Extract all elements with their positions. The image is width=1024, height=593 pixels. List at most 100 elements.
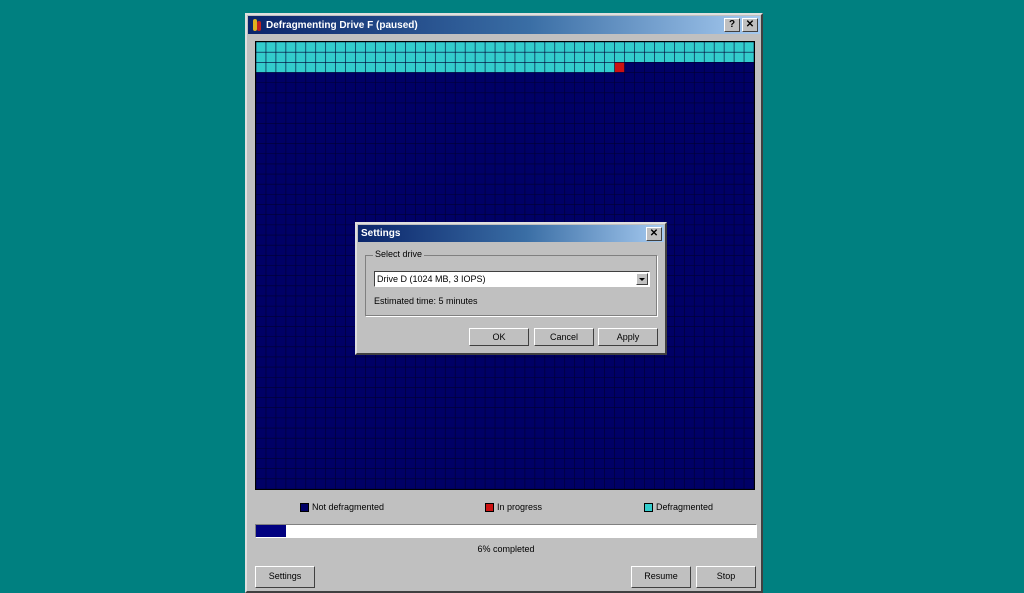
settings-button[interactable]: Settings (255, 566, 315, 588)
block-defragmented (295, 52, 306, 63)
apply-button[interactable]: Apply (598, 328, 658, 346)
block-defragmented (475, 52, 486, 63)
block-defragmented (425, 42, 436, 53)
block-defragmented (285, 62, 296, 73)
chevron-down-icon[interactable] (636, 273, 648, 285)
block-defragmented (455, 42, 466, 53)
block-defragmented (275, 52, 286, 63)
progress-bar (255, 524, 757, 538)
block-defragmented (524, 52, 535, 63)
block-defragmented (554, 62, 565, 73)
block-defragmented (654, 52, 665, 63)
block-in-progress (614, 62, 625, 73)
block-defragmented (315, 52, 326, 63)
block-defragmented (594, 42, 605, 53)
block-defragmented (445, 52, 456, 63)
block-defragmented (465, 42, 476, 53)
block-defragmented (734, 52, 745, 63)
block-defragmented (385, 62, 396, 73)
block-defragmented (584, 62, 595, 73)
block-defragmented (285, 52, 296, 63)
block-defragmented (425, 52, 436, 63)
block-defragmented (256, 42, 266, 53)
drive-select-value: Drive D (1024 MB, 3 IOPS) (377, 274, 486, 284)
block-defragmented (704, 52, 715, 63)
block-defragmented (315, 62, 326, 73)
block-defragmented (524, 62, 535, 73)
progress-label: 6% completed (477, 544, 535, 554)
block-defragmented (455, 52, 466, 63)
block-defragmented (405, 62, 416, 73)
block-defragmented (415, 42, 426, 53)
progress-bar-fill (256, 525, 286, 537)
close-button[interactable]: ✕ (742, 18, 758, 32)
window-title: Defragmenting Drive F (paused) (266, 19, 418, 31)
block-defragmented (405, 42, 416, 53)
block-defragmented (714, 42, 725, 53)
block-defragmented (325, 42, 336, 53)
block-defragmented (465, 62, 476, 73)
block-defragmented (445, 42, 456, 53)
block-defragmented (455, 62, 466, 73)
settings-titlebar[interactable]: Settings ✕ (358, 225, 664, 242)
block-defragmented (644, 52, 655, 63)
block-defragmented (514, 52, 525, 63)
block-defragmented (345, 52, 356, 63)
block-defragmented (544, 62, 555, 73)
help-button[interactable]: ? (724, 18, 740, 32)
legend-swatch-not-defragmented (300, 502, 309, 512)
block-defragmented (744, 52, 754, 63)
block-defragmented (365, 42, 376, 53)
block-defragmented (305, 42, 316, 53)
block-defragmented (475, 42, 486, 53)
block-defragmented (514, 62, 525, 73)
stop-button[interactable]: Stop (696, 566, 756, 588)
block-defragmented (505, 42, 515, 53)
settings-dialog: Settings ✕ Select drive Drive D (1024 MB… (355, 222, 667, 355)
block-defragmented (425, 62, 436, 73)
block-defragmented (355, 42, 366, 53)
block-defragmented (624, 52, 635, 63)
block-defragmented (485, 62, 496, 73)
block-defragmented (415, 52, 426, 63)
legend-label-not-defragmented: Not defragmented (312, 502, 385, 512)
block-defragmented (604, 52, 615, 63)
legend-label-defragmented: Defragmented (656, 502, 714, 512)
cancel-button[interactable]: Cancel (534, 328, 594, 346)
ok-button[interactable]: OK (469, 328, 529, 346)
drive-select[interactable]: Drive D (1024 MB, 3 IOPS) (374, 271, 650, 287)
block-defragmented (375, 62, 386, 73)
block-defragmented (435, 62, 446, 73)
block-defragmented (375, 42, 386, 53)
block-defragmented (465, 52, 476, 63)
block-defragmented (395, 52, 406, 63)
block-defragmented (674, 52, 685, 63)
block-defragmented (684, 52, 695, 63)
block-defragmented (475, 62, 486, 73)
block-defragmented (534, 42, 545, 53)
block-defragmented (724, 52, 735, 63)
block-defragmented (345, 42, 356, 53)
settings-close-button[interactable]: ✕ (646, 226, 662, 241)
defrag-titlebar[interactable]: Defragmenting Drive F (paused) ? ✕ (248, 16, 760, 34)
block-defragmented (395, 42, 406, 53)
block-defragmented (265, 62, 276, 73)
block-defragmented (305, 62, 316, 73)
block-defragmented (634, 52, 645, 63)
block-defragmented (305, 52, 316, 63)
block-defragmented (445, 62, 456, 73)
block-defragmented (355, 62, 366, 73)
block-defragmented (634, 42, 645, 53)
block-defragmented (554, 52, 565, 63)
block-defragmented (345, 62, 356, 73)
legend-swatch-defragmented (644, 502, 653, 512)
select-drive-group: Select drive Drive D (1024 MB, 3 IOPS) E… (365, 249, 657, 316)
block-defragmented (395, 62, 406, 73)
block-defragmented (335, 52, 346, 63)
block-defragmented (614, 42, 625, 53)
block-defragmented (594, 62, 605, 73)
block-defragmented (505, 62, 515, 73)
block-defragmented (435, 42, 446, 53)
block-defragmented (315, 42, 326, 53)
resume-button[interactable]: Resume (631, 566, 691, 588)
